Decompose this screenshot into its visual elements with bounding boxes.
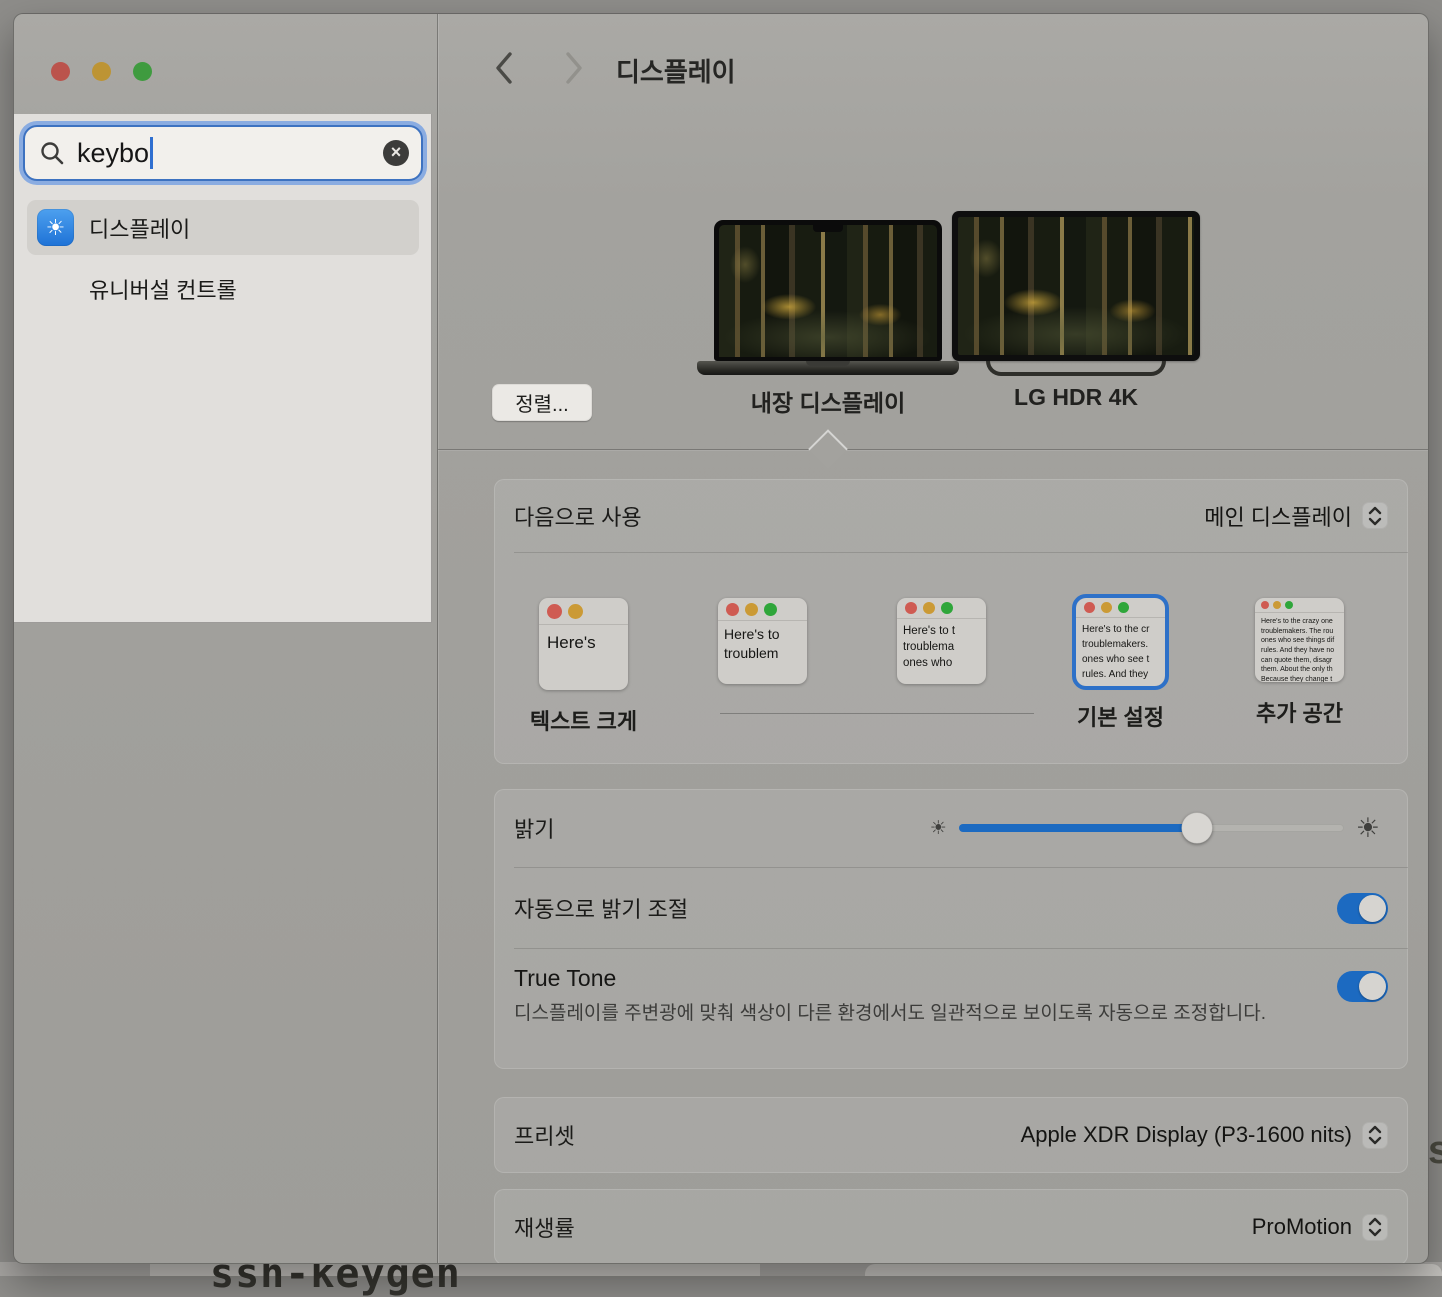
refresh-rate-panel: 재생률 ProMotion [494, 1189, 1408, 1264]
use-as-label: 다음으로 사용 [514, 500, 642, 532]
chevron-up-down-icon [1362, 1122, 1388, 1149]
page-title: 디스플레이 [616, 52, 736, 89]
traffic-lights [51, 62, 152, 81]
monitor-stand [986, 361, 1166, 376]
scale-option-more-space[interactable]: Here's to the crazy one troublemakers. T… [1210, 553, 1389, 722]
wallpaper-forest-image [958, 217, 1194, 355]
preview-red-dot [1261, 601, 1269, 609]
preview-green-dot [1285, 601, 1293, 609]
scale-preview-text: Here's to t troublema ones who [897, 619, 986, 675]
preset-label: 프리셋 [514, 1119, 575, 1151]
main-content: 디스플레이 내장 디스플레이 LG HDR 4K 정렬... [438, 14, 1429, 1263]
external-display-label: LG HDR 4K [952, 384, 1200, 411]
terminal-window-behind: ssh-keygen [150, 1262, 760, 1276]
slider-knob[interactable] [1182, 813, 1213, 844]
preview-green-dot [764, 603, 777, 616]
chevron-up-down-icon [1362, 502, 1388, 529]
scale-option-default[interactable]: Here's to the cr troublemakers. ones who… [1031, 553, 1210, 726]
preview-red-dot [726, 603, 739, 616]
brightness-icon: ☀ [37, 209, 74, 246]
auto-brightness-toggle[interactable] [1337, 893, 1388, 924]
sidebar-search-results-panel: keybo × ☀ 디스플레이 유니버설 컨트롤 [14, 114, 432, 623]
true-tone-description: 디스플레이를 주변광에 맞춰 색상이 다른 환경에서도 일관적으로 보이도록 자… [514, 1000, 1266, 1028]
window-behind [865, 1264, 1442, 1276]
scale-preview-text: Here's to the cr troublemakers. ones who… [1076, 618, 1165, 686]
section-divider [438, 449, 1429, 450]
preview-yellow-dot [923, 602, 935, 614]
forward-button[interactable] [563, 50, 585, 86]
scale-preview-text: Here's to the crazy one troublemakers. T… [1255, 613, 1344, 682]
scale-option-label: 텍스트 크게 [530, 704, 637, 730]
use-as-value: 메인 디스플레이 [1204, 500, 1352, 532]
preset-value: Apple XDR Display (P3-1600 nits) [1021, 1122, 1352, 1148]
preset-panel: 프리셋 Apple XDR Display (P3-1600 nits) [494, 1097, 1408, 1173]
toggle-knob [1359, 973, 1386, 1000]
search-input[interactable]: keybo × [23, 125, 423, 181]
sidebar-item-display[interactable]: ☀ 디스플레이 [27, 200, 419, 255]
laptop-notch [813, 225, 843, 232]
minimize-button[interactable] [92, 62, 111, 81]
preview-yellow-dot [1101, 602, 1112, 613]
system-settings-window: keybo × ☀ 디스플레이 유니버설 컨트롤 디 [13, 13, 1429, 1264]
refresh-rate-dropdown[interactable]: ProMotion [1252, 1214, 1388, 1241]
arrange-button[interactable]: 정렬... [492, 384, 592, 421]
preview-red-dot [1084, 602, 1095, 613]
search-icon [39, 140, 65, 166]
brightness-label: 밝기 [514, 812, 554, 844]
refresh-rate-label: 재생률 [514, 1211, 575, 1243]
text-caret [150, 137, 153, 169]
brightness-panel: 밝기 ☀ ☀ 자동으로 밝기 조절 [494, 789, 1408, 1069]
auto-brightness-label: 자동으로 밝기 조절 [514, 892, 688, 924]
display-settings-panel: 다음으로 사용 메인 디스플레이 [494, 479, 1408, 764]
display-arrangement-area: 내장 디스플레이 LG HDR 4K 정렬... [438, 184, 1429, 449]
preview-red-dot [547, 604, 562, 619]
search-input-value: keybo [77, 138, 149, 169]
preview-yellow-dot [745, 603, 758, 616]
preview-yellow-dot [1273, 601, 1281, 609]
use-as-dropdown[interactable]: 메인 디스플레이 [1204, 500, 1388, 532]
screen: ssh-keygen s keybo × [0, 0, 1442, 1276]
laptop-base [697, 361, 959, 375]
sidebar-item-label: 유니버설 컨트롤 [89, 273, 237, 305]
true-tone-label: True Tone [514, 965, 1266, 992]
slider-fill [959, 824, 1198, 832]
scale-option-label: 추가 공간 [1256, 696, 1343, 722]
wallpaper-forest-image [719, 225, 937, 357]
scale-option-larger-text[interactable]: Here's 텍스트 크게 [494, 553, 673, 730]
clear-search-button[interactable]: × [383, 140, 409, 166]
preview-green-dot [1118, 602, 1129, 613]
scale-preview-text: Here's [539, 625, 628, 661]
external-display-thumbnail[interactable] [952, 211, 1200, 361]
brightness-high-icon: ☀ [1356, 813, 1380, 844]
scale-option-2[interactable]: Here's to troublem [673, 553, 852, 724]
brightness-low-icon: ☀ [930, 817, 947, 840]
preview-red-dot [905, 602, 917, 614]
refresh-rate-value: ProMotion [1252, 1214, 1352, 1240]
preview-green-dot [941, 602, 953, 614]
toggle-knob [1359, 895, 1386, 922]
preview-yellow-dot [568, 604, 583, 619]
close-button[interactable] [51, 62, 70, 81]
sidebar-item-universal-control[interactable]: 유니버설 컨트롤 [89, 269, 237, 309]
resolution-scale-picker: Here's 텍스트 크게 Here's to troublem [494, 553, 1408, 764]
true-tone-toggle[interactable] [1337, 971, 1388, 1002]
back-button[interactable] [493, 50, 515, 86]
zoom-button[interactable] [133, 62, 152, 81]
builtin-display-label: 내장 디스플레이 [714, 384, 942, 418]
scale-option-label: 기본 설정 [1077, 700, 1164, 726]
scale-option-3[interactable]: Here's to t troublema ones who [852, 553, 1031, 724]
scale-preview-text: Here's to troublem [718, 621, 807, 667]
sidebar-item-label: 디스플레이 [89, 212, 190, 244]
background-text-fragment: s [1428, 1128, 1442, 1173]
builtin-display-thumbnail[interactable] [714, 220, 942, 361]
brightness-slider[interactable] [959, 824, 1344, 832]
preset-dropdown[interactable]: Apple XDR Display (P3-1600 nits) [1021, 1122, 1388, 1149]
chevron-up-down-icon [1362, 1214, 1388, 1241]
